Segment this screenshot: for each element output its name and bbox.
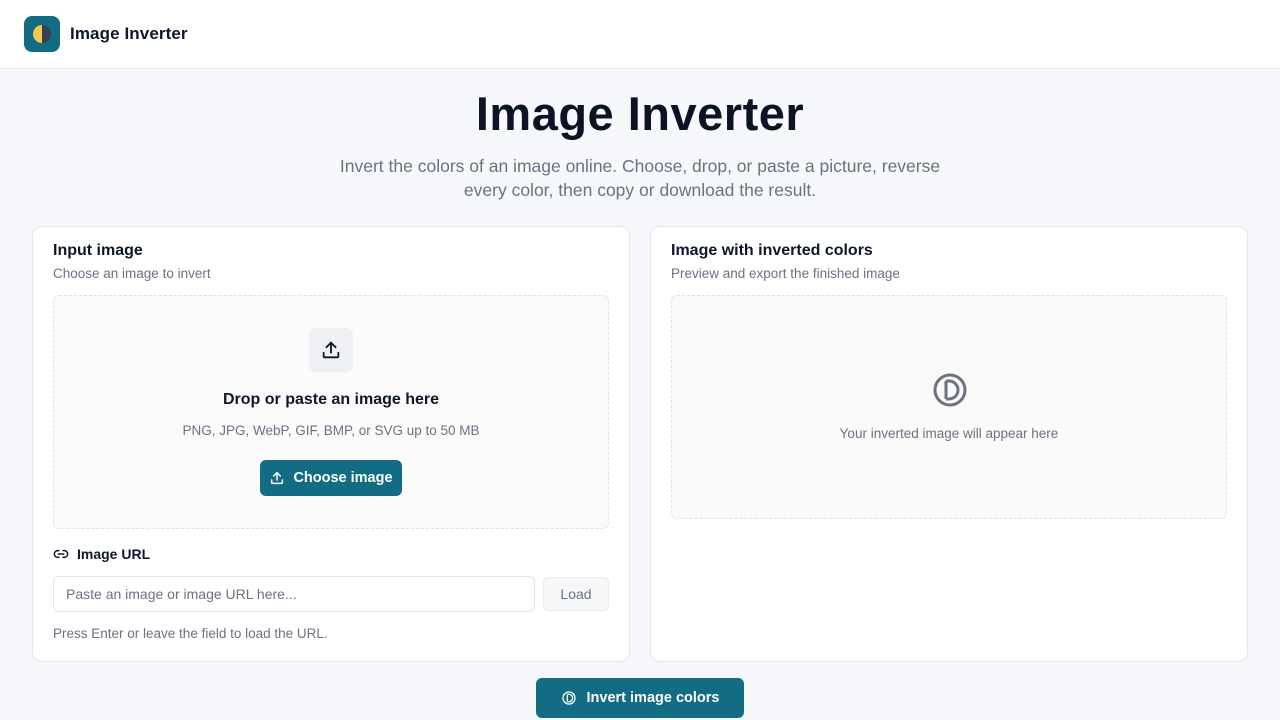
page-title: Image Inverter <box>475 87 805 140</box>
image-dropzone[interactable]: Drop or paste an image here PNG, JPG, We… <box>53 295 609 529</box>
image-url-label-text: Image URL <box>77 546 151 562</box>
half-moon-logo-icon[interactable] <box>24 16 60 52</box>
contrast-icon <box>933 373 967 407</box>
image-url-label: Image URL <box>53 546 150 562</box>
contrast-icon <box>561 691 576 705</box>
load-url-button[interactable]: Load <box>543 577 609 611</box>
upload-icon <box>271 471 284 485</box>
image-url-input[interactable] <box>53 576 535 612</box>
page-subtitle: Invert the colors of an image online. Ch… <box>339 156 941 200</box>
invert-colors-button[interactable]: Invert image colors <box>536 678 744 718</box>
dropzone-hint: PNG, JPG, WebP, GIF, BMP, or SVG up to 5… <box>182 423 480 438</box>
output-card-subtitle: Preview and export the finished image <box>671 266 900 281</box>
output-image-card: Image with inverted colors Preview and e… <box>650 226 1248 662</box>
inverted-preview-area: Your inverted image will appear here <box>671 295 1227 519</box>
dropzone-title: Drop or paste an image here <box>222 391 440 408</box>
input-card-subtitle: Choose an image to invert <box>53 266 211 281</box>
choose-image-button[interactable]: Choose image <box>260 460 402 496</box>
upload-icon <box>309 328 353 372</box>
url-help-text: Press Enter or leave the field to load t… <box>53 626 328 641</box>
choose-image-label: Choose image <box>293 470 393 486</box>
input-image-card: Input image Choose an image to invert Dr… <box>32 226 630 662</box>
preview-empty-text: Your inverted image will appear here <box>839 426 1059 441</box>
top-bar: Image Inverter <box>0 0 1280 69</box>
input-card-title: Input image <box>53 242 143 259</box>
link-icon <box>53 549 69 559</box>
brand-name[interactable]: Image Inverter <box>70 24 188 44</box>
output-card-title: Image with inverted colors <box>671 242 873 259</box>
invert-colors-label: Invert image colors <box>586 690 720 706</box>
